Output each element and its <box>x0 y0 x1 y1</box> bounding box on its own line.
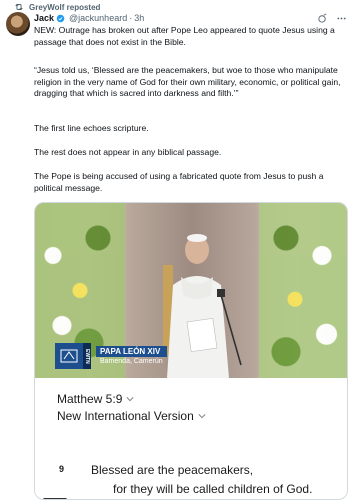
network-logo-icon <box>55 343 83 369</box>
repost-label: GreyWolf reposted <box>29 2 101 12</box>
post-paragraph: The rest does not appear in any biblical… <box>34 147 222 157</box>
video-frame[interactable]: EWTN PAPA LEÓN XIV Bamenda, Camerún <box>35 203 347 378</box>
author-handle[interactable]: @jackunheard <box>69 13 127 23</box>
bible-version-label: New International Version <box>57 409 194 423</box>
video-lower-third: EWTN PAPA LEÓN XIV Bamenda, Camerún <box>55 343 167 369</box>
bible-screenshot: Matthew 5:9 New International Version 9 … <box>35 378 347 499</box>
verse-line-1: Blessed are the peacemakers, <box>91 463 254 477</box>
post-header: Jack @jackunheard · 3h <box>34 12 347 24</box>
separator-dot: · <box>129 13 133 23</box>
avatar[interactable] <box>6 12 30 36</box>
verse-number: 9 <box>59 464 65 474</box>
repost-indicator[interactable]: GreyWolf reposted <box>14 2 100 12</box>
more-icon[interactable] <box>336 13 347 24</box>
post-paragraph: NEW: Outrage has broken out after Pope L… <box>34 25 335 47</box>
video-location: Bamenda, Camerún <box>100 358 163 365</box>
bible-version[interactable]: New International Version <box>57 409 206 423</box>
post-time[interactable]: 3h <box>134 13 144 23</box>
post-paragraph: The first line echoes scripture. <box>34 123 149 133</box>
verified-badge-icon <box>56 14 65 22</box>
video-title: PAPA LEÓN XIV <box>96 346 167 357</box>
verse-line-2: for they will be called children of God. <box>113 482 313 496</box>
media-card[interactable]: EWTN PAPA LEÓN XIV Bamenda, Camerún Matt… <box>34 202 348 500</box>
repost-icon <box>15 3 23 11</box>
post-paragraph: “Jesus told us, ‘Blessed are the peacema… <box>34 65 341 99</box>
flowers-right <box>259 203 347 378</box>
chevron-down-icon <box>198 414 206 419</box>
chevron-down-icon <box>126 397 134 402</box>
grok-icon[interactable] <box>317 13 328 24</box>
bible-reference-label: Matthew 5:9 <box>57 392 123 406</box>
bible-reference[interactable]: Matthew 5:9 <box>57 392 134 406</box>
post-paragraph: The Pope is being accused of using a fab… <box>34 171 324 193</box>
channel-label: EWTN <box>83 343 91 369</box>
author-name[interactable]: Jack <box>34 13 54 23</box>
